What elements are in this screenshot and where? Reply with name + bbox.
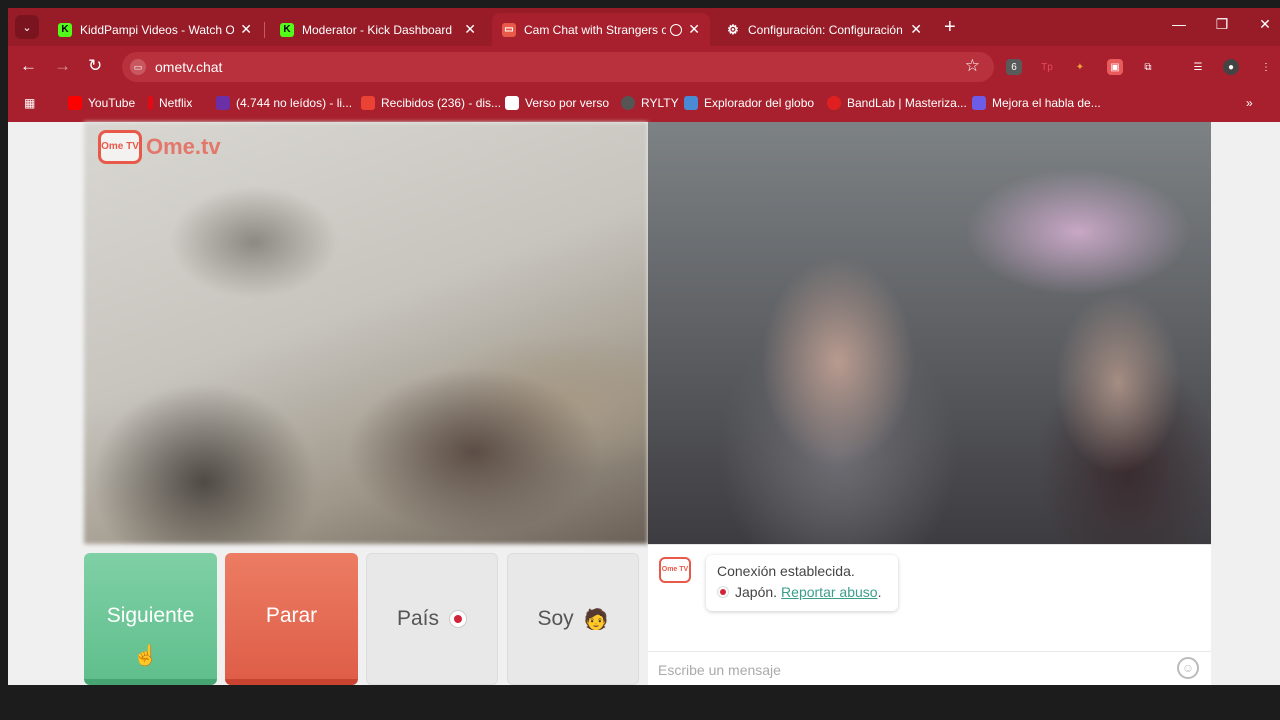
tab-ometv[interactable]: ▭ Cam Chat with Strangers on ✕ [492, 13, 710, 46]
bookmark-bandlab[interactable]: BandLab | Masteriza... [827, 95, 967, 111]
globe-icon [684, 96, 698, 110]
new-tab-button[interactable]: + [944, 16, 956, 39]
menu-icon[interactable]: ⋮ [1258, 59, 1274, 75]
tab-search-button[interactable]: ⌄ [15, 15, 39, 39]
tab-strip: ⌄ K KiddPampi Videos - Watch On-l ✕ K Mo… [8, 8, 1280, 46]
extension-icon[interactable]: ▣ [1107, 59, 1123, 75]
forward-icon[interactable]: → [54, 56, 71, 76]
apps-icon[interactable]: ▦ [24, 95, 35, 111]
system-message: Conexión establecida. Japón. Reportar ab… [706, 555, 898, 611]
reading-list-icon[interactable]: ☰ [1190, 59, 1206, 75]
extension-icon[interactable]: 6 [1006, 59, 1022, 75]
extensions-puzzle-icon[interactable]: ⧉ [1140, 59, 1156, 75]
tab-kiddpampi[interactable]: K KiddPampi Videos - Watch On-l ✕ [48, 13, 262, 46]
bookmark-speech[interactable]: Mejora el habla de... [972, 95, 1101, 111]
bookmark-verso[interactable]: Verso por verso [505, 95, 609, 111]
bookmark-globe[interactable]: Explorador del globo [684, 95, 814, 111]
tab-title: Configuración: Configuración d [748, 22, 905, 37]
tv-icon: Ome TV [98, 130, 142, 164]
kick-icon: K [58, 22, 72, 37]
youtube-icon [68, 96, 82, 110]
japan-flag-icon [449, 610, 468, 628]
close-icon[interactable]: ✕ [240, 21, 252, 38]
remote-video [648, 122, 1211, 544]
tab-title: KiddPampi Videos - Watch On-l [80, 22, 235, 37]
close-icon[interactable]: ✕ [910, 21, 922, 38]
gear-icon: ⚙ [727, 21, 739, 37]
recording-icon [670, 23, 683, 36]
ometv-small-logo-icon: Ome TV [659, 557, 691, 583]
url-text[interactable]: ometv.chat [155, 59, 222, 75]
extension-icon[interactable]: Tp [1039, 59, 1055, 75]
chat-panel: Ome TV Conexión establecida. Japón. Repo… [648, 544, 1211, 685]
ometv-logo: Ome TV Ome.tv [98, 130, 221, 164]
stop-button[interactable]: Parar [225, 553, 358, 685]
speech-icon [972, 96, 986, 110]
gmail-icon [361, 96, 375, 110]
restore-button[interactable]: ❐ [1207, 16, 1237, 33]
local-video [84, 122, 648, 544]
window-close-button[interactable]: ✕ [1250, 16, 1280, 33]
verso-icon [505, 96, 519, 110]
bookmark-star-icon[interactable]: ☆ [965, 56, 980, 76]
bookmarks-bar: ▦ YouTube Netflix (4.744 no leídos) - li… [8, 88, 1280, 120]
netflix-icon [148, 96, 153, 110]
tab-title: Moderator - Kick Dashboard [302, 22, 453, 37]
rylty-icon [621, 96, 635, 110]
bookmark-netflix[interactable]: Netflix [148, 95, 192, 111]
report-abuse-link[interactable]: Reportar abuso [781, 584, 878, 600]
browser-window: ⌄ K KiddPampi Videos - Watch On-l ✕ K Mo… [8, 8, 1280, 685]
extension-icon[interactable]: ✦ [1072, 59, 1088, 75]
gender-button[interactable]: Soy 🧑 [507, 553, 639, 685]
page-content: Ome TV Ome.tv Siguiente Parar País Soy 🧑… [8, 122, 1280, 685]
back-icon[interactable]: ← [20, 56, 37, 76]
reload-icon[interactable]: ↻ [88, 56, 102, 76]
boy-emoji-icon: 🧑 [583, 608, 609, 631]
avatar[interactable]: ● [1223, 59, 1239, 75]
bookmark-youtube[interactable]: YouTube [68, 95, 135, 111]
site-info-icon[interactable]: ▭ [130, 59, 146, 75]
hand-cursor-icon: ☝ [133, 645, 158, 667]
bandlab-icon [827, 96, 841, 110]
japan-flag-icon [717, 586, 729, 598]
country-button[interactable]: País [366, 553, 498, 685]
message-input[interactable]: Escribe un mensaje ☺ [648, 651, 1211, 685]
emoji-icon[interactable]: ☺ [1177, 657, 1199, 679]
toolbar: ← → ↻ ▭ ometv.chat ☆ 6 Tp ✦ ▣ ⧉ ☰ ● ⋮ [8, 46, 1280, 88]
ometv-icon: ▭ [502, 22, 516, 37]
kick-icon: K [280, 22, 294, 37]
address-bar[interactable]: ▭ ometv.chat ☆ [122, 52, 994, 82]
tab-title: Cam Chat with Strangers on [524, 22, 667, 37]
tab-kick-dashboard[interactable]: K Moderator - Kick Dashboard ✕ [270, 13, 486, 46]
tab-settings[interactable]: ⚙ Configuración: Configuración d ✕ [716, 13, 932, 46]
mail-icon [216, 96, 230, 110]
more-bookmarks-icon[interactable]: » [1246, 95, 1253, 111]
bookmark-inbox[interactable]: (4.744 no leídos) - li... [216, 95, 352, 111]
close-icon[interactable]: ✕ [464, 21, 476, 38]
bookmark-rylty[interactable]: RYLTY [621, 95, 679, 111]
minimize-button[interactable]: — [1164, 16, 1194, 32]
close-icon[interactable]: ✕ [688, 21, 700, 38]
bookmark-gmail[interactable]: Recibidos (236) - dis... [361, 95, 501, 111]
